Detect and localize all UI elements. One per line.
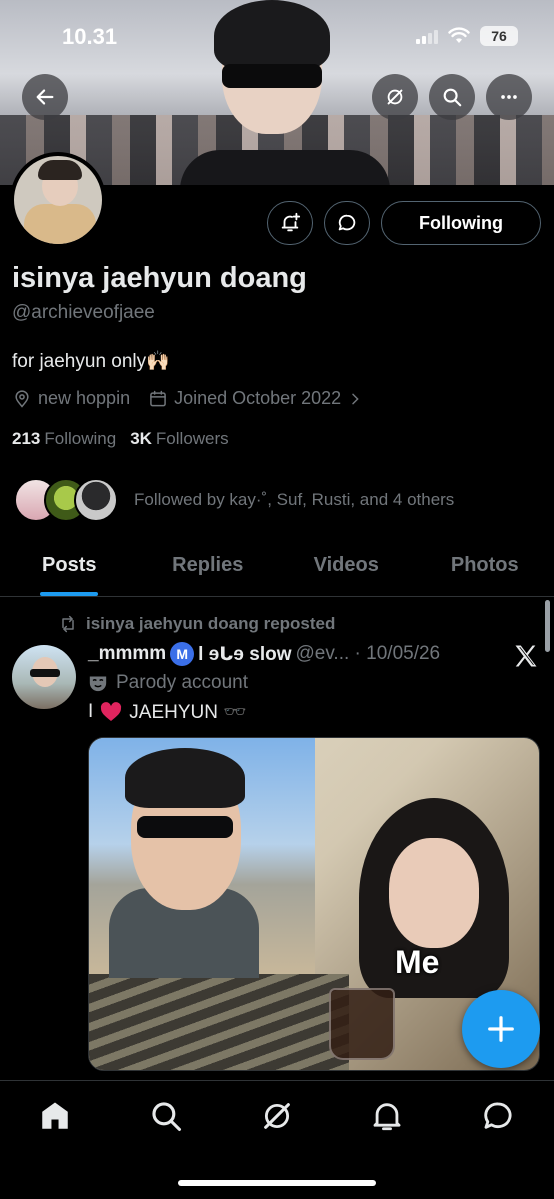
battery-icon: 76 (480, 26, 518, 46)
x-logo-icon[interactable] (512, 642, 540, 670)
search-button[interactable] (429, 74, 475, 120)
back-button[interactable] (22, 74, 68, 120)
back-arrow-icon (36, 89, 54, 105)
nav-grok[interactable] (260, 1099, 294, 1133)
following-count-link[interactable]: 213 Following (12, 429, 116, 449)
scrollbar[interactable] (545, 600, 550, 652)
wifi-icon (448, 27, 470, 43)
signal-icon (416, 28, 438, 44)
more-icon (501, 95, 517, 99)
profile-handle: @archieveofjaee (12, 302, 155, 323)
parody-indicator: Parody account (88, 672, 248, 694)
nav-messages[interactable] (481, 1099, 515, 1133)
tab-videos[interactable]: Videos (277, 540, 416, 596)
post-text-suffix: JAEHYUN 🕶️ (129, 702, 247, 723)
following-count: 213 (12, 429, 41, 448)
profile-bio: for jaehyun only🙌🏻 (12, 351, 170, 372)
profile-location: new hoppin (38, 388, 131, 408)
follow-counts: 213 Following 3K Followers (12, 429, 229, 449)
parody-label: Parody account (116, 672, 249, 693)
compose-button[interactable] (462, 990, 540, 1068)
message-icon (338, 214, 356, 231)
bell-icon (373, 1103, 401, 1131)
search-icon (443, 88, 462, 107)
post-text: I JAEHYUN 🕶️ (88, 700, 247, 724)
calendar-icon (150, 390, 166, 406)
mask-icon (89, 676, 107, 692)
followed-by[interactable]: Followed by kay·˚, Suf, Rusti, and 4 oth… (14, 478, 454, 522)
profile-joined: Joined October 2022 (174, 388, 342, 408)
post-header: _mmmm M l ɘᒐɘ slow @ev... · 10/05/26 (88, 642, 440, 666)
followers-label: Followers (155, 429, 229, 448)
tab-photos[interactable]: Photos (416, 540, 554, 596)
media-caption: Me (395, 944, 440, 980)
repost-label: isinya jaehyun doang reposted (86, 614, 336, 633)
home-icon (42, 1102, 68, 1129)
nav-search[interactable] (149, 1099, 183, 1133)
post-author-avatar[interactable] (12, 645, 76, 709)
search-icon (152, 1102, 182, 1132)
following-button[interactable]: Following (381, 201, 541, 245)
post-author-suffix[interactable]: l ɘᒐɘ slow (198, 643, 291, 666)
location-pin-icon (15, 389, 29, 408)
grok-icon (387, 89, 403, 105)
tab-replies[interactable]: Replies (139, 540, 278, 596)
home-indicator[interactable] (178, 1180, 376, 1186)
more-button[interactable] (486, 74, 532, 120)
followers-count: 3K (130, 429, 152, 448)
message-button[interactable] (324, 201, 370, 245)
tab-posts[interactable]: Posts (0, 540, 139, 596)
profile-meta: new hoppin Joined October 2022 (12, 388, 363, 409)
message-icon (484, 1102, 512, 1129)
status-time: 10.31 (62, 24, 118, 49)
status-bar: 10.31 76 (0, 22, 554, 52)
profile-avatar[interactable] (10, 152, 106, 248)
plus-icon (488, 1016, 514, 1042)
grok-icon (264, 1103, 290, 1129)
grok-button[interactable] (372, 74, 418, 120)
nav-notifications[interactable] (370, 1099, 404, 1133)
display-name: isinya jaehyun doang (12, 262, 307, 294)
profile-tabs: Posts Replies Videos Photos (0, 540, 554, 597)
bell-plus-icon (281, 212, 301, 232)
post-text-prefix: I (88, 701, 94, 722)
post-author-badge: M (170, 642, 195, 666)
followed-by-text: Followed by kay·˚, Suf, Rusti, and 4 oth… (134, 490, 455, 509)
post-author-name[interactable]: _mmmm (88, 643, 166, 665)
repost-icon (62, 615, 74, 633)
follower-avatar (74, 478, 118, 522)
joined-date-link[interactable]: Joined October 2022 (148, 388, 363, 409)
nav-home[interactable] (38, 1099, 72, 1133)
post-handle-date: @ev... · 10/05/26 (295, 643, 441, 664)
notify-button[interactable] (267, 201, 313, 245)
repost-indicator: isinya jaehyun doang reposted (58, 614, 335, 634)
chevron-right-icon (352, 393, 359, 404)
followers-count-link[interactable]: 3K Followers (130, 429, 228, 449)
heart-icon (101, 702, 122, 721)
following-label: Following (44, 429, 117, 448)
